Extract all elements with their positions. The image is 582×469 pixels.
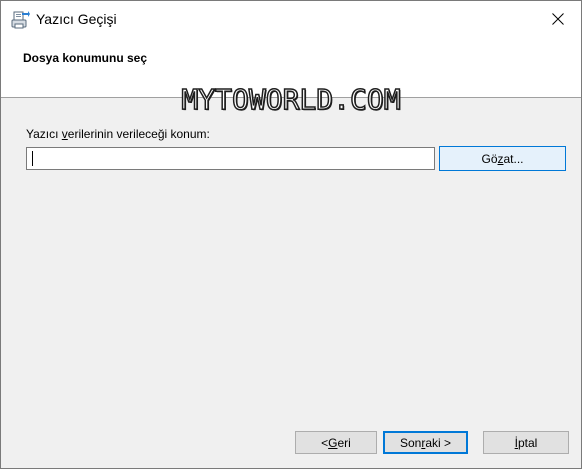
browse-label-pre: Gö (481, 151, 498, 166)
text-caret (32, 151, 33, 166)
browse-label-post: at... (503, 151, 524, 166)
printer-migration-dialog: Yazıcı Geçişi Dosya konumunu seç MYTOWOR… (0, 0, 582, 469)
back-label-pre: < (321, 435, 329, 450)
watermark: MYTOWORLD.COM (181, 82, 402, 117)
location-path-input[interactable] (26, 147, 435, 170)
back-button[interactable]: < Geri (295, 431, 377, 454)
location-label-pre: Yazıcı (26, 127, 62, 141)
back-label-accel: G (328, 435, 338, 450)
cancel-button[interactable]: İptal (483, 431, 569, 454)
cancel-label-post: ptal (517, 435, 538, 450)
next-button[interactable]: Son r aki > (383, 431, 468, 454)
title-bar: Yazıcı Geçişi (1, 1, 581, 39)
close-icon (552, 12, 564, 28)
window-title: Yazıcı Geçişi (36, 11, 117, 27)
back-label-post: eri (337, 435, 351, 450)
page-title: Dosya konumunu seç (23, 51, 148, 65)
browse-button[interactable]: Gö z at... (439, 146, 566, 171)
close-button[interactable] (535, 1, 581, 39)
location-label: Yazıcı verilerinin verileceği konum: (26, 127, 210, 141)
next-label-pre: Son (399, 435, 422, 450)
printer-migration-icon (10, 10, 30, 30)
next-label-post: aki > (425, 435, 452, 450)
location-label-post: erilerinin verileceği konum: (67, 127, 210, 141)
